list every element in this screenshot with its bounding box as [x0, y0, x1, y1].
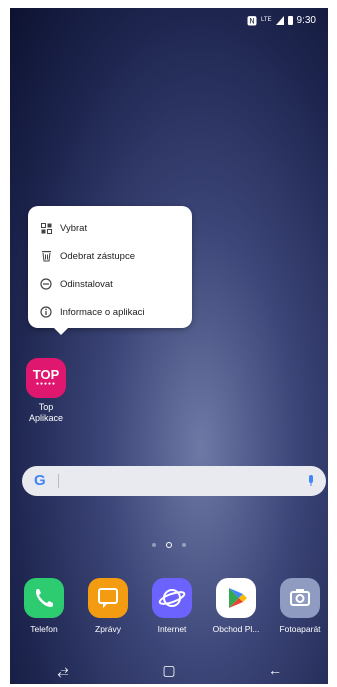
- menu-item-label: Odinstalovat: [60, 278, 113, 290]
- dock-label-fotoaparat: Fotoaparát: [279, 624, 321, 634]
- menu-item-label: Odebrat zástupce: [60, 250, 135, 262]
- battery-icon: [287, 15, 293, 25]
- nfc-icon: 🅽: [246, 16, 257, 28]
- dock-label-internet: Internet: [157, 624, 187, 634]
- clock: 9:30: [296, 14, 316, 26]
- internet-icon: [158, 589, 186, 607]
- info-icon: [40, 306, 52, 318]
- menu-item-remove-shortcut[interactable]: Odebrat zástupce: [40, 250, 135, 262]
- page-dot: [152, 543, 156, 547]
- network-label: LTE: [260, 17, 272, 23]
- text-cursor: [58, 474, 59, 488]
- messages-app-icon[interactable]: [88, 578, 128, 618]
- dock-label-telefon: Telefon: [30, 624, 58, 634]
- home-page-dot: [166, 542, 172, 548]
- mic-icon[interactable]: [308, 474, 314, 486]
- menu-item-uninstall[interactable]: Odinstalovat: [40, 278, 113, 290]
- camera-icon: [290, 589, 310, 606]
- top-aplikace-app-icon[interactable]: TOP ●●●●●: [26, 358, 66, 398]
- menu-item-select[interactable]: Vybrat: [40, 222, 87, 234]
- phone-icon: [36, 589, 53, 607]
- app-label-line1: Top: [38, 402, 54, 412]
- trash-icon: [40, 250, 52, 262]
- dock-label-obchod-play: Obchod Pl...: [212, 624, 260, 634]
- message-icon: [98, 588, 118, 608]
- camera-app-icon[interactable]: [280, 578, 320, 618]
- recents-button[interactable]: ⥄: [43, 662, 83, 679]
- page-indicator: [10, 542, 328, 548]
- app-context-menu: Vybrat Odebrat zástupce Odinstalovat Inf…: [28, 206, 192, 335]
- status-bar: 🅽 LTE 9:30: [10, 8, 328, 32]
- play-store-icon: [229, 588, 247, 608]
- google-g-icon: G: [34, 472, 46, 489]
- phone-app-icon[interactable]: [24, 578, 64, 618]
- app-icon-text: TOP: [32, 367, 60, 382]
- navigation-bar: ⥄ ▢ ←: [10, 656, 328, 684]
- internet-app-icon[interactable]: [152, 578, 192, 618]
- app-label-line2: Aplikace: [28, 413, 64, 423]
- play-store-app-icon[interactable]: [216, 578, 256, 618]
- menu-item-label: Vybrat: [60, 222, 88, 234]
- home-screen: 🅽 LTE 9:30 Vybrat Odebrat zástupce Odins…: [10, 8, 328, 684]
- home-button[interactable]: ▢: [149, 662, 189, 679]
- select-grid-icon: [40, 222, 52, 234]
- google-search-bar[interactable]: G: [22, 466, 326, 496]
- back-button[interactable]: ←: [255, 662, 295, 678]
- top-aplikace-label: Top Aplikace: [12, 402, 80, 424]
- menu-item-app-info[interactable]: Informace o aplikaci: [40, 306, 144, 318]
- page-dot: [182, 543, 186, 547]
- minus-circle-icon: [40, 278, 52, 290]
- dock-label-zpravy: Zprávy: [95, 624, 121, 634]
- signal-icon: [275, 15, 284, 25]
- menu-item-label: Informace o aplikaci: [60, 306, 145, 318]
- app-icon-dots: ●●●●●: [35, 381, 57, 387]
